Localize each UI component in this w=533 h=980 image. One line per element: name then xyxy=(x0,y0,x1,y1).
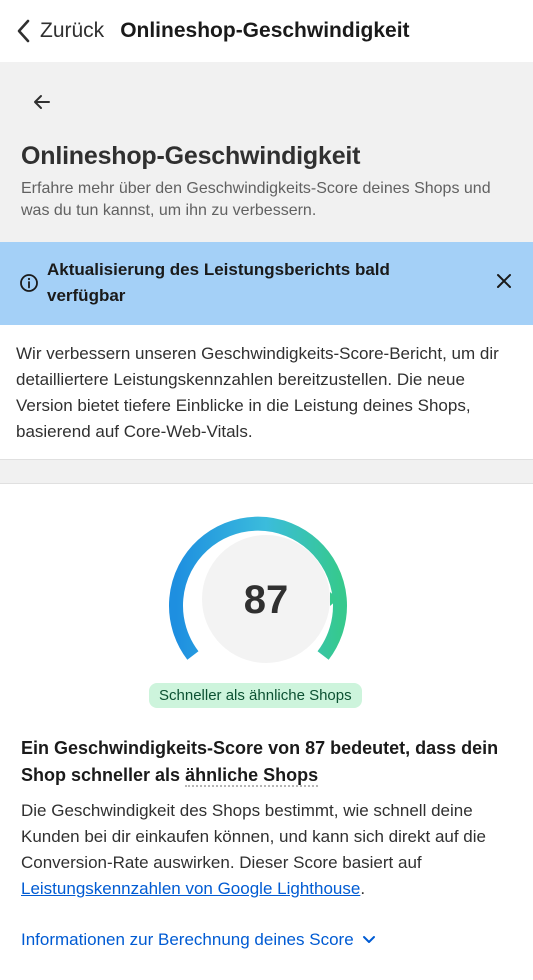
back-label: Zurück xyxy=(40,19,105,42)
chevron-down-icon xyxy=(362,932,378,948)
speed-score-card: 87 Schneller als ähnliche Shops Ein Gesc… xyxy=(0,483,533,980)
calculation-info-label: Informationen zur Berechnung deines Scor… xyxy=(21,930,354,949)
banner-dismiss-button[interactable] xyxy=(493,272,515,294)
speed-score-gauge: 87 xyxy=(166,514,366,664)
score-description: Die Geschwindigkeit des Shops bestimmt, … xyxy=(21,798,521,902)
close-icon xyxy=(496,273,512,294)
page-subtitle: Erfahre mehr über den Geschwindigkeits-S… xyxy=(21,180,491,219)
speed-score-value: 87 xyxy=(244,578,289,622)
info-icon xyxy=(19,273,39,293)
chevron-left-icon xyxy=(12,19,36,43)
back-button[interactable]: Zurück xyxy=(12,19,104,43)
score-description-suffix: . xyxy=(360,879,366,898)
page-header: Onlineshop-Geschwindigkeit Erfahre mehr … xyxy=(0,62,533,242)
lighthouse-link[interactable]: Leistungskennzahlen von Google Lighthous… xyxy=(21,879,360,898)
arrow-left-icon xyxy=(32,92,52,117)
banner-header: Aktualisierung des Leistungsberichts bal… xyxy=(0,242,533,325)
banner-title: Aktualisierung des Leistungsberichts bal… xyxy=(47,260,390,305)
nav-title: Onlineshop-Geschwindigkeit xyxy=(120,19,410,42)
calculation-info-toggle[interactable]: Informationen zur Berechnung deines Scor… xyxy=(21,930,378,950)
banner-body: Wir verbessern unseren Geschwindigkeits-… xyxy=(16,344,499,441)
similar-shops-term[interactable]: ähnliche Shops xyxy=(185,765,319,787)
score-heading: Ein Geschwindigkeits-Score von 87 bedeut… xyxy=(21,735,516,789)
header-back-button[interactable] xyxy=(28,90,56,118)
status-badge: Schneller als ähnliche Shops xyxy=(149,683,362,708)
page-title: Onlineshop-Geschwindigkeit xyxy=(21,142,361,170)
info-banner: Aktualisierung des Leistungsberichts bal… xyxy=(0,242,533,460)
score-description-text: Die Geschwindigkeit des Shops bestimmt, … xyxy=(21,801,486,872)
top-nav-bar: Zurück Onlineshop-Geschwindigkeit xyxy=(0,0,533,62)
